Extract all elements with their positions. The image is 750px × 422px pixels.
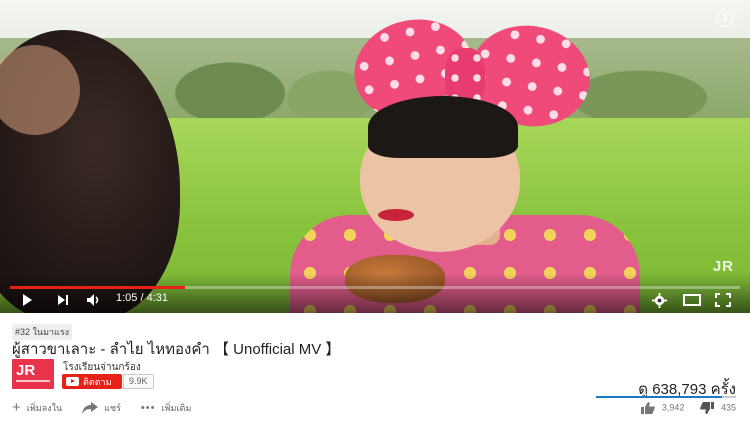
action-bar: + เพิ่มลงใน แชร์ ••• เพิ่มเติม (12, 399, 191, 416)
youtube-logo-icon (66, 377, 79, 386)
subscribe-button[interactable]: ติดตาม (62, 374, 122, 389)
more-dots-icon: ••• (140, 402, 156, 414)
next-icon (58, 295, 68, 305)
info-icon[interactable]: i (716, 9, 734, 27)
subscribe-label: ติดตาม (83, 376, 112, 387)
more-button[interactable]: ••• เพิ่มเติม (141, 401, 191, 415)
settings-icon (652, 292, 667, 308)
subscriber-count: 9.9K (123, 374, 154, 389)
avatar-logo-underline (16, 380, 50, 382)
video-player[interactable]: i JR 1:05 / 4:31 (0, 0, 750, 313)
scene-hair (368, 96, 518, 158)
thumbs-up-icon (641, 402, 656, 414)
play-button[interactable] (20, 289, 34, 311)
share-label: แชร์ (104, 403, 121, 413)
next-button[interactable] (56, 289, 70, 311)
share-button[interactable]: แชร์ (82, 401, 121, 415)
dislike-button[interactable]: 435 (700, 402, 736, 414)
plus-icon: + (12, 399, 21, 416)
player-controls: 1:05 / 4:31 (0, 289, 750, 311)
fullscreen-button[interactable] (715, 289, 731, 311)
video-frame (0, 0, 750, 313)
rating-buttons: 3,942 435 (641, 402, 736, 414)
avatar-logo-text: JR (16, 362, 36, 379)
play-icon (23, 294, 32, 306)
like-dislike-bar (596, 396, 736, 398)
thumbs-down-icon (700, 402, 715, 414)
like-count: 3,942 (661, 402, 685, 413)
like-button[interactable]: 3,942 (641, 402, 684, 414)
add-to-label: เพิ่มลงใน (26, 403, 63, 413)
time-display: 1:05 / 4:31 (116, 292, 168, 304)
theater-icon (683, 294, 701, 306)
fullscreen-icon (715, 293, 731, 307)
theater-mode-button[interactable] (683, 289, 701, 311)
settings-button[interactable] (652, 289, 667, 311)
volume-button[interactable] (86, 289, 102, 311)
like-ratio-fill (596, 396, 722, 398)
share-arrow-icon (82, 402, 99, 414)
video-title: ผู้สาวขาเลาะ - ลำไย ไหทองคำ 【 Unofficial… (12, 341, 341, 358)
volume-icon (87, 294, 99, 306)
scene-lips (378, 209, 414, 221)
more-label: เพิ่มเติม (161, 403, 192, 413)
dislike-count: 435 (720, 402, 736, 413)
channel-avatar[interactable]: JR (12, 359, 54, 389)
add-to-button[interactable]: + เพิ่มลงใน (12, 399, 63, 416)
channel-name[interactable]: โรงเรียนจ่านกร้อง (63, 360, 141, 375)
